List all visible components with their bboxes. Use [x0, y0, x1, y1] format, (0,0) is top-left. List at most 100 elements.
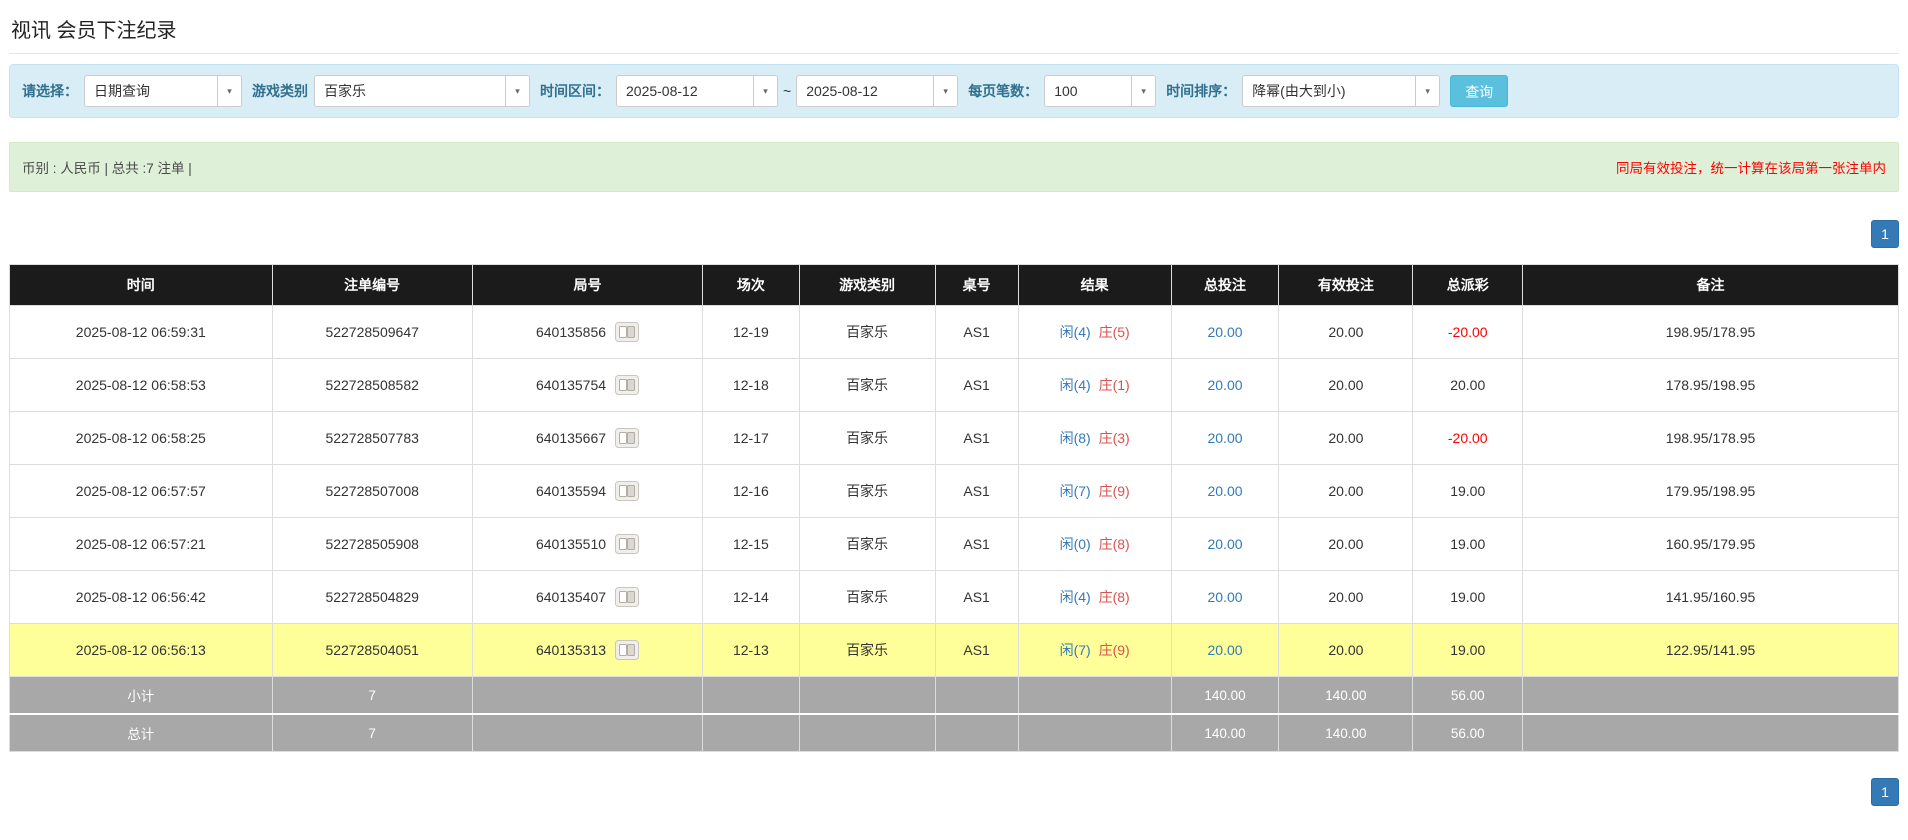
- cell-bet-id: 522728507783: [272, 412, 472, 465]
- total-empty-cell: [935, 714, 1018, 752]
- result-banker: 庄(3): [1099, 430, 1130, 446]
- header-valid-bet: 有效投注: [1279, 265, 1413, 306]
- cell-round: 640135754: [472, 359, 702, 412]
- chevron-down-icon[interactable]: ▾: [933, 76, 957, 106]
- date-range-separator: ~: [783, 83, 791, 99]
- round-number: 640135754: [536, 377, 606, 393]
- cell-round: 640135510: [472, 518, 702, 571]
- query-type-value: 日期查询: [85, 76, 217, 106]
- search-button[interactable]: 查询: [1450, 75, 1508, 107]
- cell-round: 640135407: [472, 571, 702, 624]
- cell-table-no: AS1: [935, 412, 1018, 465]
- chevron-down-icon[interactable]: ▾: [217, 76, 241, 106]
- total-bet-link[interactable]: 20.00: [1207, 536, 1242, 552]
- total-bet-link[interactable]: 20.00: [1207, 377, 1242, 393]
- cell-note: 179.95/198.95: [1523, 465, 1899, 518]
- page-1-button[interactable]: 1: [1871, 778, 1899, 806]
- cell-total-bet: 20.00: [1171, 518, 1279, 571]
- cell-total-bet: 20.00: [1171, 624, 1279, 677]
- bet-records-table: 时间 注单编号 局号 场次 游戏类别 桌号 结果 总投注 有效投注 总派彩 备注…: [9, 264, 1899, 752]
- cell-round: 640135667: [472, 412, 702, 465]
- cell-time: 2025-08-12 06:57:21: [10, 518, 273, 571]
- time-sort-select[interactable]: 降幂(由大到小) ▾: [1242, 75, 1440, 107]
- total-bet-link[interactable]: 20.00: [1207, 642, 1242, 658]
- cell-session: 12-18: [703, 359, 799, 412]
- cell-game-type: 百家乐: [799, 624, 935, 677]
- chevron-down-icon[interactable]: ▾: [505, 76, 529, 106]
- cell-note: 198.95/178.95: [1523, 412, 1899, 465]
- page: 视讯 会员下注纪录 请选择： 日期查询 ▾ 游戏类别 百家乐 ▾ 时间区间： 2…: [0, 0, 1908, 840]
- cell-game-type: 百家乐: [799, 465, 935, 518]
- chevron-down-icon[interactable]: ▾: [1415, 76, 1439, 106]
- cell-total-bet: 20.00: [1171, 571, 1279, 624]
- total-bet-link[interactable]: 20.00: [1207, 483, 1242, 499]
- cell-game-type: 百家乐: [799, 359, 935, 412]
- cell-valid-bet: 20.00: [1279, 412, 1413, 465]
- table-row: 2025-08-12 06:56:13 522728504051 6401353…: [10, 624, 1899, 677]
- total-valid-bet: 140.00: [1279, 714, 1413, 752]
- total-bet-link[interactable]: 20.00: [1207, 589, 1242, 605]
- result-player: 闲(4): [1060, 324, 1091, 340]
- cell-payout: 20.00: [1413, 359, 1523, 412]
- date-to-input[interactable]: 2025-08-12 ▾: [796, 75, 958, 107]
- result-player: 闲(4): [1060, 589, 1091, 605]
- total-empty-cell: [703, 714, 799, 752]
- table-row: 2025-08-12 06:56:42 522728504829 6401354…: [10, 571, 1899, 624]
- cell-time: 2025-08-12 06:57:57: [10, 465, 273, 518]
- cell-time: 2025-08-12 06:58:25: [10, 412, 273, 465]
- cell-result: 闲(4) 庄(5): [1018, 306, 1171, 359]
- per-page-select[interactable]: 100 ▾: [1044, 75, 1156, 107]
- chevron-down-icon[interactable]: ▾: [753, 76, 777, 106]
- header-table-no: 桌号: [935, 265, 1018, 306]
- cell-bet-id: 522728507008: [272, 465, 472, 518]
- cell-payout: 19.00: [1413, 571, 1523, 624]
- subtotal-valid-bet: 140.00: [1279, 677, 1413, 715]
- cell-note: 198.95/178.95: [1523, 306, 1899, 359]
- round-result-cards-icon[interactable]: [615, 587, 639, 607]
- total-bet-link[interactable]: 20.00: [1207, 430, 1242, 446]
- cell-total-bet: 20.00: [1171, 412, 1279, 465]
- cell-payout: -20.00: [1413, 306, 1523, 359]
- cell-time: 2025-08-12 06:59:31: [10, 306, 273, 359]
- game-type-select[interactable]: 百家乐 ▾: [314, 75, 530, 107]
- page-1-button[interactable]: 1: [1871, 220, 1899, 248]
- cell-result: 闲(0) 庄(8): [1018, 518, 1171, 571]
- game-type-value: 百家乐: [315, 76, 505, 106]
- total-total-bet: 140.00: [1171, 714, 1279, 752]
- round-result-cards-icon[interactable]: [615, 640, 639, 660]
- table-row: 2025-08-12 06:58:53 522728508582 6401357…: [10, 359, 1899, 412]
- chevron-down-icon[interactable]: ▾: [1131, 76, 1155, 106]
- total-bet-link[interactable]: 20.00: [1207, 324, 1242, 340]
- table-row: 2025-08-12 06:59:31 522728509647 6401358…: [10, 306, 1899, 359]
- cell-bet-id: 522728505908: [272, 518, 472, 571]
- cell-result: 闲(4) 庄(8): [1018, 571, 1171, 624]
- cell-result: 闲(8) 庄(3): [1018, 412, 1171, 465]
- round-result-cards-icon[interactable]: [615, 375, 639, 395]
- cell-note: 178.95/198.95: [1523, 359, 1899, 412]
- cell-result: 闲(7) 庄(9): [1018, 624, 1171, 677]
- result-banker: 庄(9): [1099, 483, 1130, 499]
- cell-total-bet: 20.00: [1171, 359, 1279, 412]
- total-payout: 56.00: [1413, 714, 1523, 752]
- pagination-bottom: 1: [9, 778, 1899, 806]
- cell-bet-id: 522728508582: [272, 359, 472, 412]
- cell-payout: 19.00: [1413, 518, 1523, 571]
- date-to-value: 2025-08-12: [797, 76, 933, 106]
- round-result-cards-icon[interactable]: [615, 322, 639, 342]
- query-type-label: 请选择：: [22, 81, 78, 101]
- date-from-input[interactable]: 2025-08-12 ▾: [616, 75, 778, 107]
- header-game-type: 游戏类别: [799, 265, 935, 306]
- round-result-cards-icon[interactable]: [615, 481, 639, 501]
- query-type-select[interactable]: 日期查询 ▾: [84, 75, 242, 107]
- cell-table-no: AS1: [935, 359, 1018, 412]
- header-result: 结果: [1018, 265, 1171, 306]
- result-banker: 庄(9): [1099, 642, 1130, 658]
- round-result-cards-icon[interactable]: [615, 534, 639, 554]
- cell-session: 12-19: [703, 306, 799, 359]
- round-number: 640135856: [536, 324, 606, 340]
- date-from-value: 2025-08-12: [617, 76, 753, 106]
- cell-valid-bet: 20.00: [1279, 306, 1413, 359]
- total-empty-cell: [1018, 714, 1171, 752]
- time-sort-label: 时间排序：: [1166, 81, 1236, 101]
- round-result-cards-icon[interactable]: [615, 428, 639, 448]
